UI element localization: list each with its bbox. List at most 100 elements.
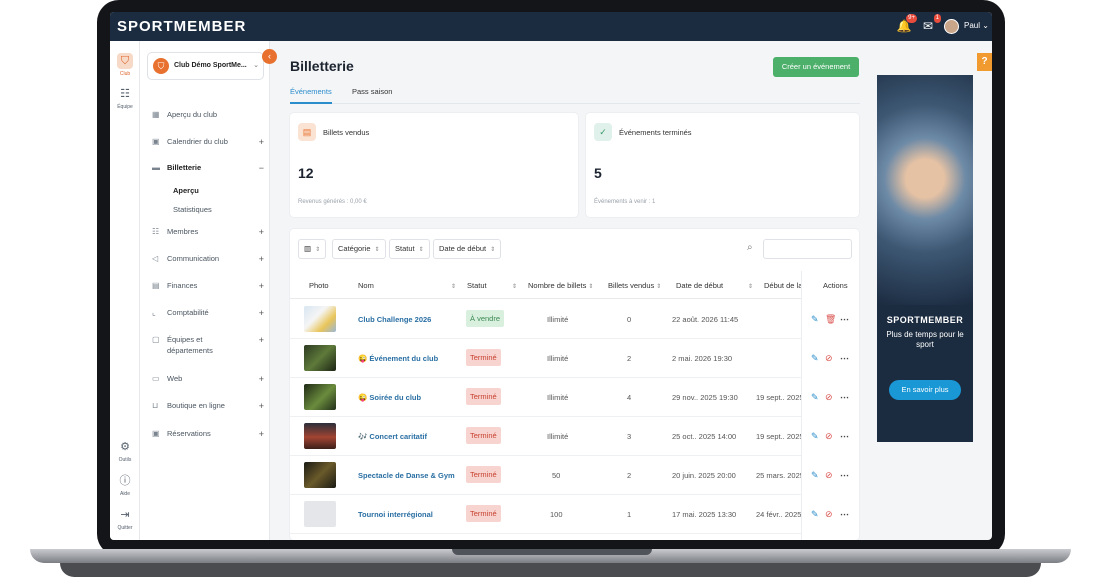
column-tickets-sold[interactable]: Billets vendus ⇕ [608, 281, 661, 290]
events-table: ▥ ⇕ Catégorie ⇕ Statut ⇕ Date de début ⇕… [290, 229, 859, 540]
chevron-left-icon[interactable]: ‹ [262, 49, 277, 64]
rail-tools[interactable]: ⚙ Outils [112, 439, 138, 463]
rail-quit[interactable]: ⇥ Quitter [112, 507, 138, 531]
ad-banner[interactable]: SPORTMEMBER Plus de temps pour le sport … [877, 75, 973, 442]
learn-more-button[interactable]: En savoir plus [889, 380, 961, 400]
sidebar-subitem-overview[interactable]: Aperçu [173, 186, 199, 195]
edit-icon[interactable]: ✎ [811, 431, 819, 442]
mail-badge: 1 [933, 14, 941, 23]
rail-club[interactable]: ⛉ Club [112, 53, 138, 77]
stat-card-footnote: Événements à venir : 1 [594, 199, 656, 205]
sort-icon[interactable]: ⇕ [510, 281, 517, 290]
club-selector[interactable]: ⛉ Club Démo SportMe... ⌄ [147, 52, 264, 80]
event-name-link[interactable]: Spectacle de Danse & Gym [358, 471, 455, 480]
column-photo: Photo [309, 281, 329, 290]
edit-icon[interactable]: ✎ [811, 509, 819, 520]
column-start-date[interactable]: Date de début [676, 281, 723, 290]
bell-icon[interactable]: 🔔 9+ [896, 14, 917, 34]
notification-badge: 9+ [906, 14, 917, 23]
stat-card-title: Événements terminés [619, 128, 692, 137]
table-row[interactable]: Tournoi interrégional Terminé 100 1 17 m… [290, 495, 859, 534]
app-logo[interactable]: SPORTMEMBER [117, 18, 246, 35]
expand-icon[interactable]: + [259, 227, 264, 237]
create-event-button[interactable]: Créer un événement [773, 57, 859, 77]
expand-icon[interactable]: + [259, 254, 264, 264]
table-row[interactable]: 😜 Soirée du club Terminé Illimité 4 29 n… [290, 378, 859, 417]
more-icon[interactable]: ⋯ [840, 470, 849, 481]
event-photo [304, 462, 336, 488]
expand-icon[interactable]: + [259, 335, 264, 345]
rail-quit-label: Quitter [117, 525, 133, 531]
megaphone-icon: ◁ [152, 254, 159, 263]
expand-icon[interactable]: + [259, 429, 264, 439]
table-row[interactable]: 😜 Événement du club Terminé Illimité 2 2… [290, 339, 859, 378]
expand-icon[interactable]: + [259, 137, 264, 147]
column-label: Nombre de billets [528, 281, 587, 290]
rail-team[interactable]: ☷ Équipe [112, 86, 138, 110]
ad-photo [877, 75, 973, 305]
expand-icon[interactable]: + [259, 281, 264, 291]
club-logo-icon: ⛉ [153, 58, 169, 74]
expand-icon[interactable]: + [259, 374, 264, 384]
column-ticket-count[interactable]: Nombre de billets ⇕ [528, 281, 593, 290]
more-icon[interactable]: ⋯ [840, 509, 849, 520]
more-icon[interactable]: ⋯ [840, 431, 849, 442]
event-name-link[interactable]: Tournoi interrégional [358, 510, 433, 519]
expand-icon[interactable]: + [259, 401, 264, 411]
row-actions: ✎ ⊘ ⋯ [802, 495, 859, 534]
top-bar: SPORTMEMBER 🔔 9+ ✉ 1 Paul ⌄ [110, 12, 992, 41]
ticket-count: Illimité [547, 315, 569, 324]
sort-icon: ⇕ [490, 247, 496, 253]
more-icon[interactable]: ⋯ [840, 392, 849, 403]
sort-icon: ⇕ [315, 247, 321, 253]
cancel-icon[interactable]: ⊘ [825, 509, 833, 520]
stat-card-value: 5 [594, 165, 602, 181]
edit-icon[interactable]: ✎ [811, 470, 819, 481]
filter-category[interactable]: Catégorie ⇕ [332, 239, 386, 259]
help-tab[interactable]: ? [977, 53, 992, 71]
edit-icon[interactable]: ✎ [811, 353, 819, 364]
collapse-icon[interactable]: − [259, 163, 264, 173]
sidebar-item-label: Finances [167, 281, 198, 290]
sale-start-date: 25 mars. 2025 [756, 471, 804, 480]
mail-icon[interactable]: ✉ 1 [920, 14, 941, 34]
tab-events[interactable]: Événements [290, 87, 332, 104]
app-screen: SPORTMEMBER 🔔 9+ ✉ 1 Paul ⌄ ⛉ Club ☷ Équipe … [110, 12, 992, 540]
avatar[interactable] [944, 19, 959, 34]
expand-icon[interactable]: + [259, 308, 264, 318]
column-status[interactable]: Statut [467, 281, 487, 290]
edit-icon[interactable]: ✎ [811, 392, 819, 403]
rail-tools-label: Outils [118, 457, 132, 463]
event-name-link[interactable]: 😜 Soirée du club [358, 393, 421, 402]
status-badge: Terminé [466, 388, 501, 405]
column-toggle[interactable]: ▥ ⇕ [298, 239, 327, 259]
event-name-link[interactable]: Club Challenge 2026 [358, 315, 431, 324]
cancel-icon[interactable]: ⊘ [825, 392, 833, 403]
filter-status[interactable]: Statut ⇕ [389, 239, 430, 259]
tab-season-pass[interactable]: Pass saison [352, 87, 392, 102]
table-row[interactable]: Club Challenge 2026 À vendre Illimité 0 … [290, 300, 859, 339]
rail-help[interactable]: ⓘ Aide [112, 473, 138, 497]
search-input[interactable] [763, 239, 852, 259]
filter-start-date[interactable]: Date de début ⇕ [433, 239, 502, 259]
more-icon[interactable]: ⋯ [840, 314, 849, 325]
cancel-icon[interactable]: ⊘ [825, 431, 833, 442]
edit-icon[interactable]: ✎ [811, 314, 819, 325]
event-name-link[interactable]: 🎶 Concert caritatif [358, 432, 427, 441]
search-icon[interactable]: ⌕ [747, 242, 753, 253]
column-name[interactable]: Nom [358, 281, 374, 290]
cancel-icon[interactable]: ⊘ [825, 470, 833, 481]
club-name: Club Démo SportMe... [174, 62, 247, 69]
table-row[interactable]: Spectacle de Danse & Gym Terminé 50 2 20… [290, 456, 859, 495]
more-icon[interactable]: ⋯ [840, 353, 849, 364]
cancel-icon[interactable]: ⊘ [825, 353, 833, 364]
table-row[interactable]: 🎶 Concert caritatif Terminé Illimité 3 2… [290, 417, 859, 456]
event-name-link[interactable]: 😜 Événement du club [358, 354, 438, 363]
ad-tagline: Plus de temps pour le sport [886, 330, 964, 349]
trash-icon[interactable]: 🗑 [825, 314, 836, 325]
sidebar-subitem-statistics[interactable]: Statistiques [173, 205, 212, 214]
sort-icon[interactable]: ⇕ [746, 281, 753, 290]
user-menu[interactable]: Paul ⌄ [964, 21, 989, 30]
tickets-sold: 2 [627, 471, 632, 480]
sort-icon[interactable]: ⇕ [449, 281, 456, 290]
